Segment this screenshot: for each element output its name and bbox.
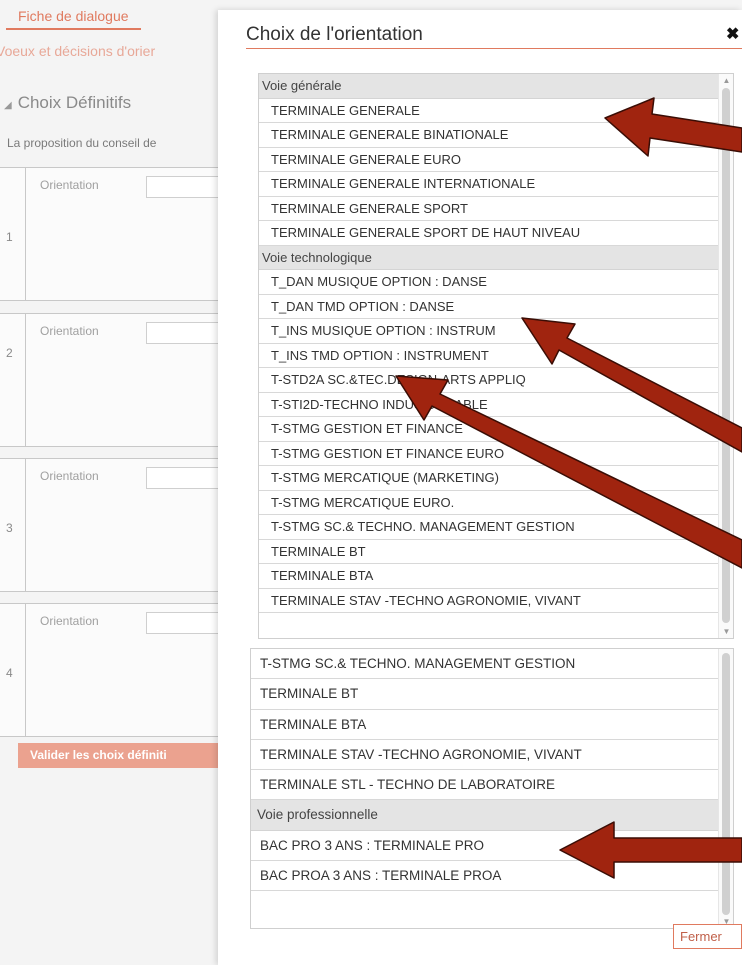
orientation-label: Orientation: [40, 324, 99, 338]
modal-title: Choix de l'orientation: [246, 24, 423, 45]
list-option[interactable]: TERMINALE STAV -TECHNO AGRONOMIE, VIVANT: [251, 740, 718, 771]
scroll-down-icon[interactable]: ▼: [719, 627, 733, 636]
orientation-listbox[interactable]: Voie générale TERMINALE GENERALE TERMINA…: [258, 73, 734, 639]
choice-row: 4 Orientation: [0, 603, 230, 737]
list-option[interactable]: T-STMG SC.& TECHNO. MANAGEMENT GESTION: [259, 515, 718, 540]
proposition-text: La proposition du conseil de: [7, 136, 157, 150]
listbox-scrollbar[interactable]: ▲ ▼: [718, 74, 733, 638]
orientation-label: Orientation: [40, 614, 99, 628]
list-option[interactable]: T-STI2D-TECHNO INDUS.DURABLE: [259, 393, 718, 417]
scrollbar-thumb[interactable]: [722, 88, 730, 623]
list-option[interactable]: T-STD2A SC.&TEC.DESIGN-ARTS APPLIQ: [259, 368, 718, 393]
orientation-input[interactable]: [146, 176, 226, 198]
section-title[interactable]: ◢ Choix Définitifs: [4, 93, 131, 113]
list-option[interactable]: TERMINALE GENERALE EURO: [259, 148, 718, 172]
orientation-label: Orientation: [40, 469, 99, 483]
list-option[interactable]: TERMINALE GENERALE: [259, 99, 718, 123]
row-divider: [25, 604, 26, 736]
page-subtitle: Voeux et décisions d'orier: [0, 43, 156, 59]
list-option[interactable]: BAC PROA 3 ANS : TERMINALE PROA: [251, 861, 718, 892]
group-header-voie-professionnelle: Voie professionnelle: [251, 800, 718, 831]
list-option[interactable]: T_INS TMD OPTION : INSTRUMENT: [259, 344, 718, 368]
list-option[interactable]: TERMINALE GENERALE SPORT: [259, 197, 718, 221]
title-divider: [246, 48, 742, 49]
list-option[interactable]: T-STMG GESTION ET FINANCE EURO: [259, 442, 718, 466]
choice-row: 2 Orientation: [0, 313, 230, 447]
list-option[interactable]: T-STMG MERCATIQUE (MARKETING): [259, 466, 718, 491]
choice-row: 3 Orientation: [0, 458, 230, 592]
close-icon[interactable]: ✖: [726, 27, 739, 43]
list-option[interactable]: TERMINALE STL - TECHNO DE LABORATOIRE: [251, 770, 718, 801]
list-option[interactable]: TERMINALE BTA: [251, 710, 718, 740]
list-option[interactable]: BAC PRO 3 ANS : TERMINALE PRO: [251, 831, 718, 862]
group-header-voie-generale: Voie générale: [259, 74, 718, 99]
list-option[interactable]: T_INS MUSIQUE OPTION : INSTRUM: [259, 319, 718, 344]
close-button[interactable]: Fermer: [673, 924, 742, 949]
list-option[interactable]: T-STMG GESTION ET FINANCE: [259, 417, 718, 442]
row-divider: [25, 314, 26, 446]
section-title-label: Choix Définitifs: [17, 93, 132, 112]
scrollbar-thumb[interactable]: [722, 653, 730, 915]
list-option[interactable]: TERMINALE BT: [259, 540, 718, 564]
row-number: 3: [6, 521, 13, 535]
orientation-input[interactable]: [146, 322, 226, 344]
row-number: 2: [6, 346, 13, 360]
list-option[interactable]: TERMINALE BTA: [259, 564, 718, 589]
list-option[interactable]: T_DAN MUSIQUE OPTION : DANSE: [259, 270, 718, 295]
orientation-input[interactable]: [146, 612, 226, 634]
list-option[interactable]: TERMINALE GENERALE INTERNATIONALE: [259, 172, 718, 197]
scroll-up-icon[interactable]: ▲: [719, 76, 733, 85]
row-number: 1: [6, 230, 13, 244]
group-header-voie-technologique: Voie technologique: [259, 245, 718, 270]
listbox-scrollbar[interactable]: ▼: [718, 649, 733, 928]
choice-row: 1 Orientation: [0, 167, 230, 301]
list-option[interactable]: T-STMG MERCATIQUE EURO.: [259, 491, 718, 515]
list-option[interactable]: TERMINALE GENERALE BINATIONALE: [259, 123, 718, 148]
list-option[interactable]: T-STMG SC.& TECHNO. MANAGEMENT GESTION: [251, 649, 718, 680]
orientation-label: Orientation: [40, 178, 99, 192]
orientation-input[interactable]: [146, 467, 226, 489]
collapse-triangle-icon[interactable]: ◢: [4, 100, 12, 111]
validate-choices-button[interactable]: Valider les choix définiti: [18, 743, 223, 768]
row-divider: [25, 168, 26, 300]
orientation-listbox-scrolled[interactable]: T-STMG SC.& TECHNO. MANAGEMENT GESTION T…: [250, 648, 734, 929]
list-option[interactable]: TERMINALE BT: [251, 679, 718, 710]
list-option[interactable]: TERMINALE GENERALE SPORT DE HAUT NIVEAU: [259, 221, 718, 246]
list-option[interactable]: TERMINALE STAV -TECHNO AGRONOMIE, VIVANT: [259, 589, 718, 613]
tab-fiche-de-dialogue[interactable]: Fiche de dialogue: [6, 6, 141, 30]
row-divider: [25, 459, 26, 591]
list-option[interactable]: T_DAN TMD OPTION : DANSE: [259, 295, 718, 319]
row-number: 4: [6, 666, 13, 680]
